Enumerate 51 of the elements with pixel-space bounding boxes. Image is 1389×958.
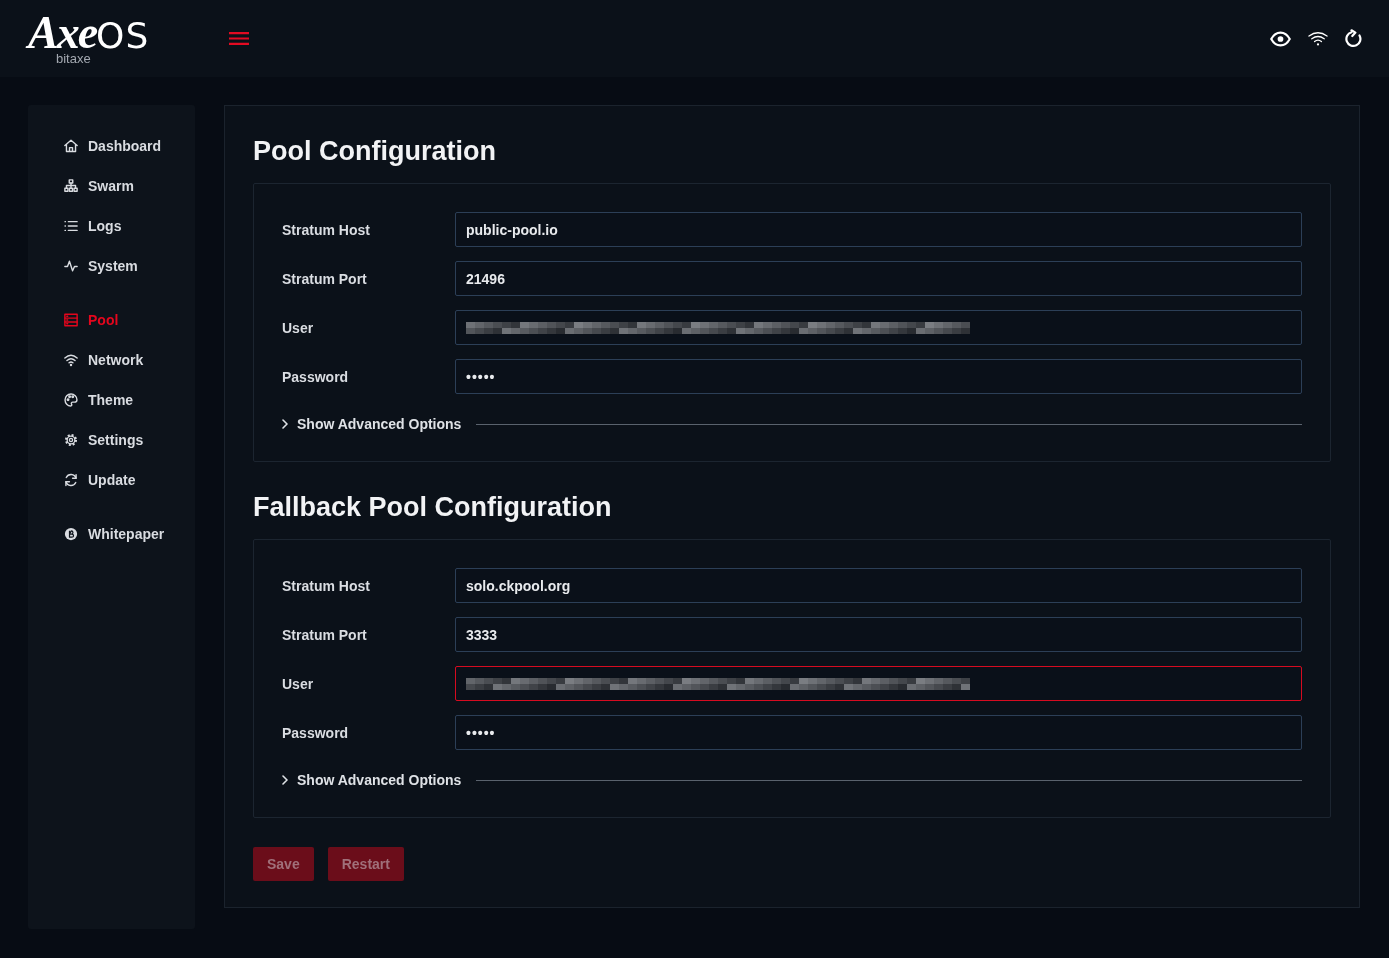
nav-item[interactable]: Swarm (28, 166, 195, 206)
section-title: Fallback Pool Configuration (253, 491, 613, 524)
list-icon (64, 219, 78, 233)
menu-icon (229, 32, 249, 45)
wifi-icon (64, 353, 78, 367)
refresh-icon (64, 473, 78, 487)
text-input[interactable]: 3333 (455, 617, 1302, 652)
text-input[interactable]: solo.ckpool.org (455, 568, 1302, 603)
password-input[interactable]: ••••• (455, 715, 1302, 750)
chevron-icon (282, 419, 288, 429)
section-title: Pool Configuration (253, 135, 497, 168)
nav-item[interactable]: Update (28, 460, 195, 500)
nav-item[interactable]: Whitepaper (28, 514, 195, 554)
network-button[interactable] (1308, 31, 1328, 46)
field-label: User (282, 675, 315, 692)
wifi-icon (1308, 31, 1328, 46)
refresh-button[interactable] (1345, 29, 1363, 48)
field-label: Stratum Host (282, 221, 371, 238)
home-icon (64, 139, 78, 153)
advanced-options-toggle[interactable]: Show Advanced Options (282, 416, 462, 432)
password-input[interactable]: ••••• (455, 359, 1302, 394)
text-input[interactable]: public-pool.io (455, 212, 1302, 247)
coin-icon (64, 527, 78, 541)
field-label: Stratum Port (282, 270, 368, 287)
field-label: Password (282, 724, 350, 741)
nav-item[interactable]: System (28, 246, 195, 286)
server-icon (64, 313, 78, 327)
nav-item[interactable]: Settings (28, 420, 195, 460)
refresh-icon (1345, 29, 1363, 48)
text-input[interactable]: 21496 (455, 261, 1302, 296)
palette-icon (64, 393, 78, 407)
eye-icon (1270, 30, 1291, 47)
chevron-icon (282, 775, 288, 785)
nav-item[interactable]: Pool (28, 300, 195, 340)
advanced-options-toggle[interactable]: Show Advanced Options (282, 772, 462, 788)
text-input[interactable] (455, 310, 1302, 345)
text-input[interactable] (455, 666, 1302, 701)
settings-icon (64, 433, 78, 447)
nav-item[interactable]: Network (28, 340, 195, 380)
field-label: Stratum Host (282, 577, 371, 594)
menu-button[interactable] (229, 32, 249, 45)
nav-item[interactable]: Theme (28, 380, 195, 420)
field-label: Stratum Port (282, 626, 368, 643)
pulse-icon (64, 259, 78, 273)
logo-caption: bitaxe (56, 52, 91, 66)
hierarchy-icon (64, 179, 78, 193)
nav-item[interactable]: Dashboard (28, 126, 195, 166)
field-label: Password (282, 368, 350, 385)
nav-item[interactable]: Logs (28, 206, 195, 246)
field-label: User (282, 319, 315, 336)
visibility-button[interactable] (1270, 30, 1291, 47)
